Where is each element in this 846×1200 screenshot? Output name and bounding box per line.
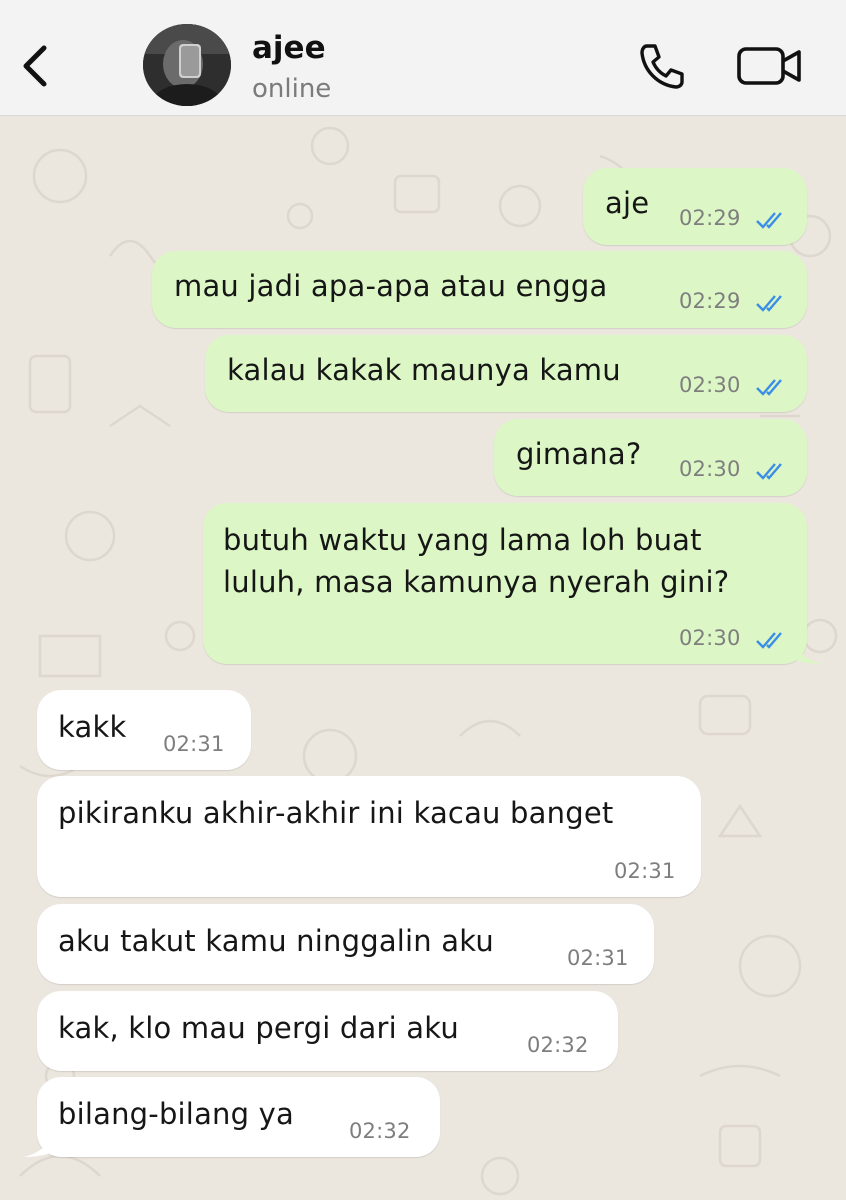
message-bubble-outgoing[interactable]: gimana? 02:30 <box>494 419 807 496</box>
chat-header: ajee online <box>0 0 846 116</box>
back-button[interactable] <box>14 38 54 94</box>
message-text: pikiranku akhir-akhir ini kacau banget <box>58 796 614 830</box>
message-text: aje <box>605 186 650 220</box>
message-text-line: luluh, masa kamunya nyerah gini? <box>223 565 730 599</box>
double-check-icon <box>756 212 782 229</box>
message-text: kakk <box>58 710 127 744</box>
message-timestamp: 02:31 <box>614 859 676 883</box>
message-timestamp: 02:31 <box>567 946 629 970</box>
message-timestamp: 02:29 <box>679 289 741 313</box>
contact-status: online <box>252 74 332 104</box>
message-timestamp: 02:30 <box>679 373 741 397</box>
message-timestamp: 02:30 <box>679 626 741 650</box>
message-bubble-incoming[interactable]: aku takut kamu ninggalin aku 02:31 <box>37 904 654 984</box>
message-bubble-incoming[interactable]: pikiranku akhir-akhir ini kacau banget 0… <box>37 776 701 897</box>
message-timestamp: 02:30 <box>679 457 741 481</box>
voice-call-button[interactable] <box>633 38 689 94</box>
double-check-icon <box>756 379 782 396</box>
message-text: kak, klo mau pergi dari aku <box>58 1011 459 1045</box>
message-timestamp: 02:32 <box>527 1033 589 1057</box>
double-check-icon <box>756 632 782 649</box>
message-bubble-outgoing[interactable]: aje 02:29 <box>583 168 807 245</box>
message-bubble-incoming[interactable]: kakk 02:31 <box>37 690 251 770</box>
bubble-tail <box>24 1129 56 1157</box>
double-check-icon <box>756 463 782 480</box>
avatar-photo <box>143 24 231 106</box>
message-text: gimana? <box>516 437 642 471</box>
chevron-left-icon <box>23 45 47 87</box>
message-bubble-incoming[interactable]: bilang-bilang ya 02:32 <box>37 1077 440 1157</box>
avatar[interactable] <box>143 24 231 106</box>
double-check-icon <box>756 295 782 312</box>
chat-area[interactable]: aje 02:29 mau jadi apa-apa atau engga 02… <box>0 116 846 1200</box>
video-call-button[interactable] <box>735 42 805 90</box>
message-text: aku takut kamu ninggalin aku <box>58 924 494 958</box>
message-bubble-outgoing[interactable]: mau jadi apa-apa atau engga 02:29 <box>152 251 807 328</box>
message-text: bilang-bilang ya <box>58 1097 294 1131</box>
message-bubble-outgoing[interactable]: butuh waktu yang lama loh buat luluh, ma… <box>203 503 807 664</box>
message-timestamp: 02:32 <box>349 1119 411 1143</box>
contact-name[interactable]: ajee <box>252 30 326 66</box>
message-timestamp: 02:31 <box>163 732 225 756</box>
message-bubble-outgoing[interactable]: kalau kakak maunya kamu 02:30 <box>205 335 807 412</box>
bubble-tail <box>790 636 822 664</box>
message-timestamp: 02:29 <box>679 206 741 230</box>
message-text: kalau kakak maunya kamu <box>227 353 621 387</box>
phone-icon <box>640 44 684 89</box>
video-camera-icon <box>737 47 801 85</box>
message-bubble-incoming[interactable]: kak, klo mau pergi dari aku 02:32 <box>37 991 618 1071</box>
message-text-line: butuh waktu yang lama loh buat <box>223 523 702 557</box>
message-text: mau jadi apa-apa atau engga <box>174 269 608 303</box>
